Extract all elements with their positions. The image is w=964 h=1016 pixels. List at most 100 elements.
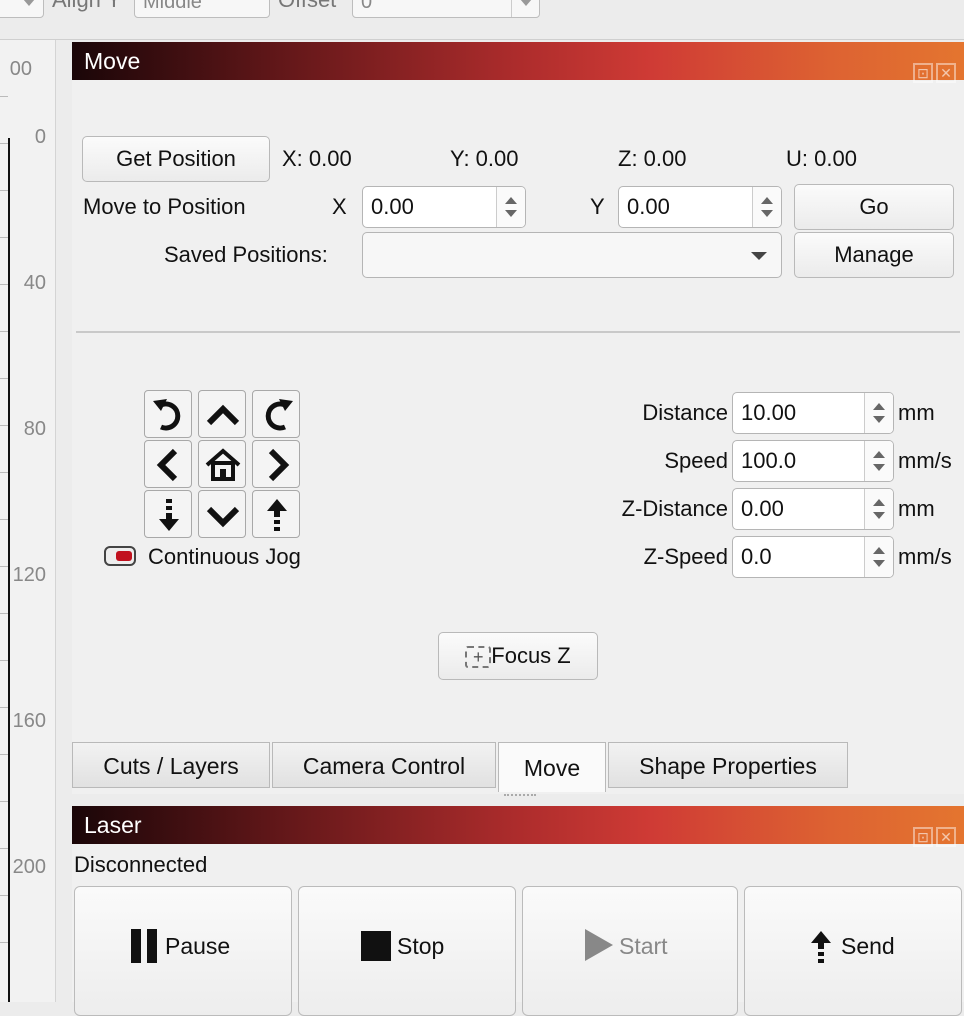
- rotate-cw-icon: [265, 399, 293, 431]
- ruler-label: 0: [34, 126, 46, 148]
- spin-arrows-icon[interactable]: [864, 489, 893, 529]
- distance-value: 10.00: [741, 400, 797, 425]
- stop-button[interactable]: Stop: [298, 886, 516, 1016]
- ruler-label: 40: [23, 272, 46, 294]
- move-panel: Move ⊡ ✕ Get Position X: 0.00 Y: 0.00 Z: …: [72, 42, 964, 794]
- jog-z-up-button[interactable]: [252, 490, 300, 538]
- speed-label: Speed: [664, 448, 728, 473]
- jog-home-button[interactable]: [198, 440, 246, 488]
- close-icon[interactable]: ✕: [936, 63, 956, 83]
- spin-arrows-icon[interactable]: [496, 187, 525, 227]
- stop-label: Stop: [397, 933, 445, 959]
- go-label: Go: [859, 194, 889, 219]
- rotate-ccw-icon: [153, 399, 181, 431]
- z-distance-unit: mm: [898, 496, 935, 521]
- speed-unit: mm/s: [898, 448, 952, 473]
- spin-arrows-icon[interactable]: [511, 0, 539, 17]
- laser-status: Disconnected: [74, 852, 208, 877]
- close-icon[interactable]: ✕: [936, 827, 956, 847]
- tab-cuts-layers[interactable]: Cuts / Layers: [72, 742, 270, 788]
- focus-z-button[interactable]: + Focus Z: [438, 632, 598, 680]
- spin-arrows-icon[interactable]: [864, 537, 893, 577]
- start-label: Start: [619, 933, 668, 959]
- chevron-down-icon: [23, 0, 35, 6]
- arrow-down-icon: [206, 506, 240, 528]
- saved-positions-label: Saved Positions:: [164, 242, 328, 267]
- speed-input[interactable]: 100.0: [732, 440, 894, 482]
- y-label: Y: [590, 194, 605, 219]
- jog-up-button[interactable]: [198, 390, 246, 438]
- continuous-jog-toggle[interactable]: [104, 546, 136, 566]
- stop-icon: [361, 931, 391, 961]
- z-speed-value: 0.0: [741, 544, 772, 569]
- z-speed-label: Z-Speed: [643, 544, 728, 569]
- manage-label: Manage: [834, 242, 914, 267]
- send-button[interactable]: Send: [744, 886, 962, 1016]
- tab-label: Move: [523, 755, 581, 781]
- jog-down-button[interactable]: [198, 490, 246, 538]
- jog-rotate-cw-button[interactable]: [252, 390, 300, 438]
- start-button[interactable]: Start: [522, 886, 738, 1016]
- jog-right-button[interactable]: [252, 440, 300, 488]
- z-down-icon: [159, 499, 179, 531]
- play-icon: [585, 929, 613, 961]
- spin-arrows-icon[interactable]: [864, 441, 893, 481]
- speed-value: 100.0: [741, 448, 797, 473]
- spin-arrows-icon[interactable]: [752, 187, 781, 227]
- splitter-handle[interactable]: [504, 794, 536, 798]
- titlebar-controls: ⊡ ✕: [910, 51, 958, 83]
- jog-left-button[interactable]: [144, 440, 192, 488]
- toggle-knob: [116, 551, 132, 561]
- y-position-input[interactable]: 0.00: [618, 186, 782, 228]
- z-distance-input[interactable]: 0.00: [732, 488, 894, 530]
- x-position-input[interactable]: 0.00: [362, 186, 526, 228]
- z-distance-label: Z-Distance: [621, 496, 728, 521]
- saved-positions-dropdown[interactable]: [362, 232, 782, 278]
- tab-move[interactable]: Move: [498, 742, 606, 792]
- align-y-dropdown[interactable]: Middle: [134, 0, 270, 18]
- x-readout: X: 0.00: [282, 146, 352, 171]
- z-speed-unit: mm/s: [898, 544, 952, 569]
- laser-panel-title: Laser: [84, 812, 142, 838]
- x-label: X: [332, 194, 347, 219]
- pause-label: Pause: [165, 933, 231, 959]
- distance-input[interactable]: 10.00: [732, 392, 894, 434]
- z-distance-value: 0.00: [741, 496, 784, 521]
- offset-spinbox[interactable]: 0: [352, 0, 540, 18]
- offset-label: Offset: [278, 0, 336, 13]
- titlebar-controls: ⊡ ✕: [910, 815, 958, 847]
- distance-unit: mm: [898, 400, 935, 425]
- z-readout: Z: 0.00: [618, 146, 687, 171]
- focus-icon: +: [465, 646, 492, 669]
- jog-z-down-button[interactable]: [144, 490, 192, 538]
- home-icon: [205, 448, 241, 481]
- ruler-label: 120: [12, 564, 46, 586]
- ruler-label: 80: [23, 418, 46, 440]
- float-icon[interactable]: ⊡: [913, 63, 933, 83]
- upload-icon: [811, 931, 831, 963]
- float-icon[interactable]: ⊡: [913, 827, 933, 847]
- toolbar-dropdown[interactable]: [0, 0, 44, 18]
- go-button[interactable]: Go: [794, 184, 954, 230]
- top-toolbar: Align Y Middle Offset 0: [0, 0, 964, 40]
- ruler-label: 200: [12, 856, 46, 878]
- move-panel-title: Move: [84, 48, 141, 74]
- tab-shape-properties[interactable]: Shape Properties: [608, 742, 848, 788]
- tab-label: Cuts / Layers: [103, 753, 239, 779]
- tab-label: Camera Control: [302, 753, 466, 779]
- jog-rotate-ccw-button[interactable]: [144, 390, 192, 438]
- arrow-left-icon: [156, 448, 178, 482]
- z-up-icon: [267, 499, 287, 531]
- move-to-position-label: Move to Position: [83, 194, 246, 219]
- get-position-button[interactable]: Get Position: [82, 136, 270, 182]
- manage-button[interactable]: Manage: [794, 232, 954, 278]
- distance-label: Distance: [642, 400, 728, 425]
- offset-value: 0: [361, 0, 373, 13]
- z-speed-input[interactable]: 0.0: [732, 536, 894, 578]
- arrow-up-icon: [206, 404, 240, 426]
- pause-button[interactable]: Pause: [74, 886, 292, 1016]
- spin-arrows-icon[interactable]: [864, 393, 893, 433]
- arrow-right-icon: [268, 448, 290, 482]
- align-y-label: Align Y: [52, 0, 121, 13]
- tab-camera-control[interactable]: Camera Control: [272, 742, 496, 788]
